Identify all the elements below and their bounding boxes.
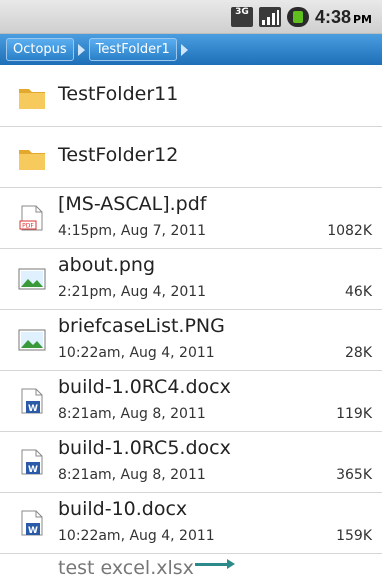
file-date: 2:21pm, Aug 4, 2011 <box>58 284 207 300</box>
breadcrumb-item-octopus[interactable]: Octopus <box>6 38 74 61</box>
breadcrumb-item-testfolder1[interactable]: TestFolder1 <box>88 38 177 61</box>
chevron-right-icon <box>77 43 85 56</box>
list-item[interactable]: test excel.xlsx <box>0 554 382 579</box>
list-item[interactable]: PDF [MS-ASCAL].pdf 4:15pm, Aug 7, 2011 1… <box>0 188 382 249</box>
file-name: [MS-ASCAL].pdf <box>58 193 207 215</box>
file-size: 1082K <box>327 223 372 239</box>
image-file-icon <box>18 268 46 290</box>
breadcrumb: Octopus TestFolder1 <box>0 34 382 65</box>
word-file-icon: W <box>21 449 43 475</box>
svg-text:PDF: PDF <box>22 223 34 230</box>
file-name: TestFolder11 <box>58 83 179 105</box>
file-size: 119K <box>336 406 372 422</box>
file-size: 365K <box>336 467 372 483</box>
list-item[interactable]: TestFolder11 <box>0 66 382 127</box>
file-date: 8:21am, Aug 8, 2011 <box>58 467 206 483</box>
word-file-icon: W <box>21 388 43 414</box>
file-name: about.png <box>58 254 156 276</box>
image-file-icon <box>18 329 46 351</box>
file-name: build-1.0RC4.docx <box>58 376 231 398</box>
list-item[interactable]: W build-1.0RC5.docx 8:21am, Aug 8, 2011 … <box>0 432 382 493</box>
svg-text:W: W <box>28 404 38 414</box>
list-item[interactable]: briefcaseList.PNG 10:22am, Aug 4, 2011 2… <box>0 310 382 371</box>
scroll-indicator-arrow-icon <box>195 559 235 569</box>
list-item[interactable]: about.png 2:21pm, Aug 4, 2011 46K <box>0 249 382 310</box>
file-name: build-1.0RC5.docx <box>58 437 231 459</box>
folder-icon <box>19 89 45 109</box>
file-date: 4:15pm, Aug 7, 2011 <box>58 223 207 239</box>
svg-text:W: W <box>28 526 38 536</box>
file-size: 46K <box>345 284 372 300</box>
word-file-icon: W <box>21 510 43 536</box>
status-bar: 3G 4:38 PM <box>0 0 382 34</box>
signal-icon <box>258 7 281 27</box>
file-list: TestFolder11 TestFolder12 PDF [MS-ASCAL]… <box>0 66 382 579</box>
clock: 4:38 PM <box>314 6 372 27</box>
3g-icon: 3G <box>230 7 253 27</box>
file-size: 28K <box>345 345 372 361</box>
chevron-right-icon <box>180 43 188 56</box>
file-name: build-10.docx <box>58 498 188 520</box>
file-date: 10:22am, Aug 4, 2011 <box>58 345 215 361</box>
battery-icon <box>286 7 309 27</box>
file-date: 8:21am, Aug 8, 2011 <box>58 406 206 422</box>
file-date: 10:22am, Aug 4, 2011 <box>58 528 215 544</box>
list-item[interactable]: W build-1.0RC4.docx 8:21am, Aug 8, 2011 … <box>0 371 382 432</box>
file-name: test excel.xlsx <box>58 557 194 579</box>
pdf-file-icon: PDF <box>19 205 43 231</box>
file-name: briefcaseList.PNG <box>58 315 225 337</box>
list-item[interactable]: TestFolder12 <box>0 127 382 188</box>
svg-text:W: W <box>28 465 38 475</box>
list-item[interactable]: W build-10.docx 10:22am, Aug 4, 2011 159… <box>0 493 382 554</box>
file-name: TestFolder12 <box>58 144 179 166</box>
file-size: 159K <box>336 528 372 544</box>
folder-icon <box>19 150 45 170</box>
